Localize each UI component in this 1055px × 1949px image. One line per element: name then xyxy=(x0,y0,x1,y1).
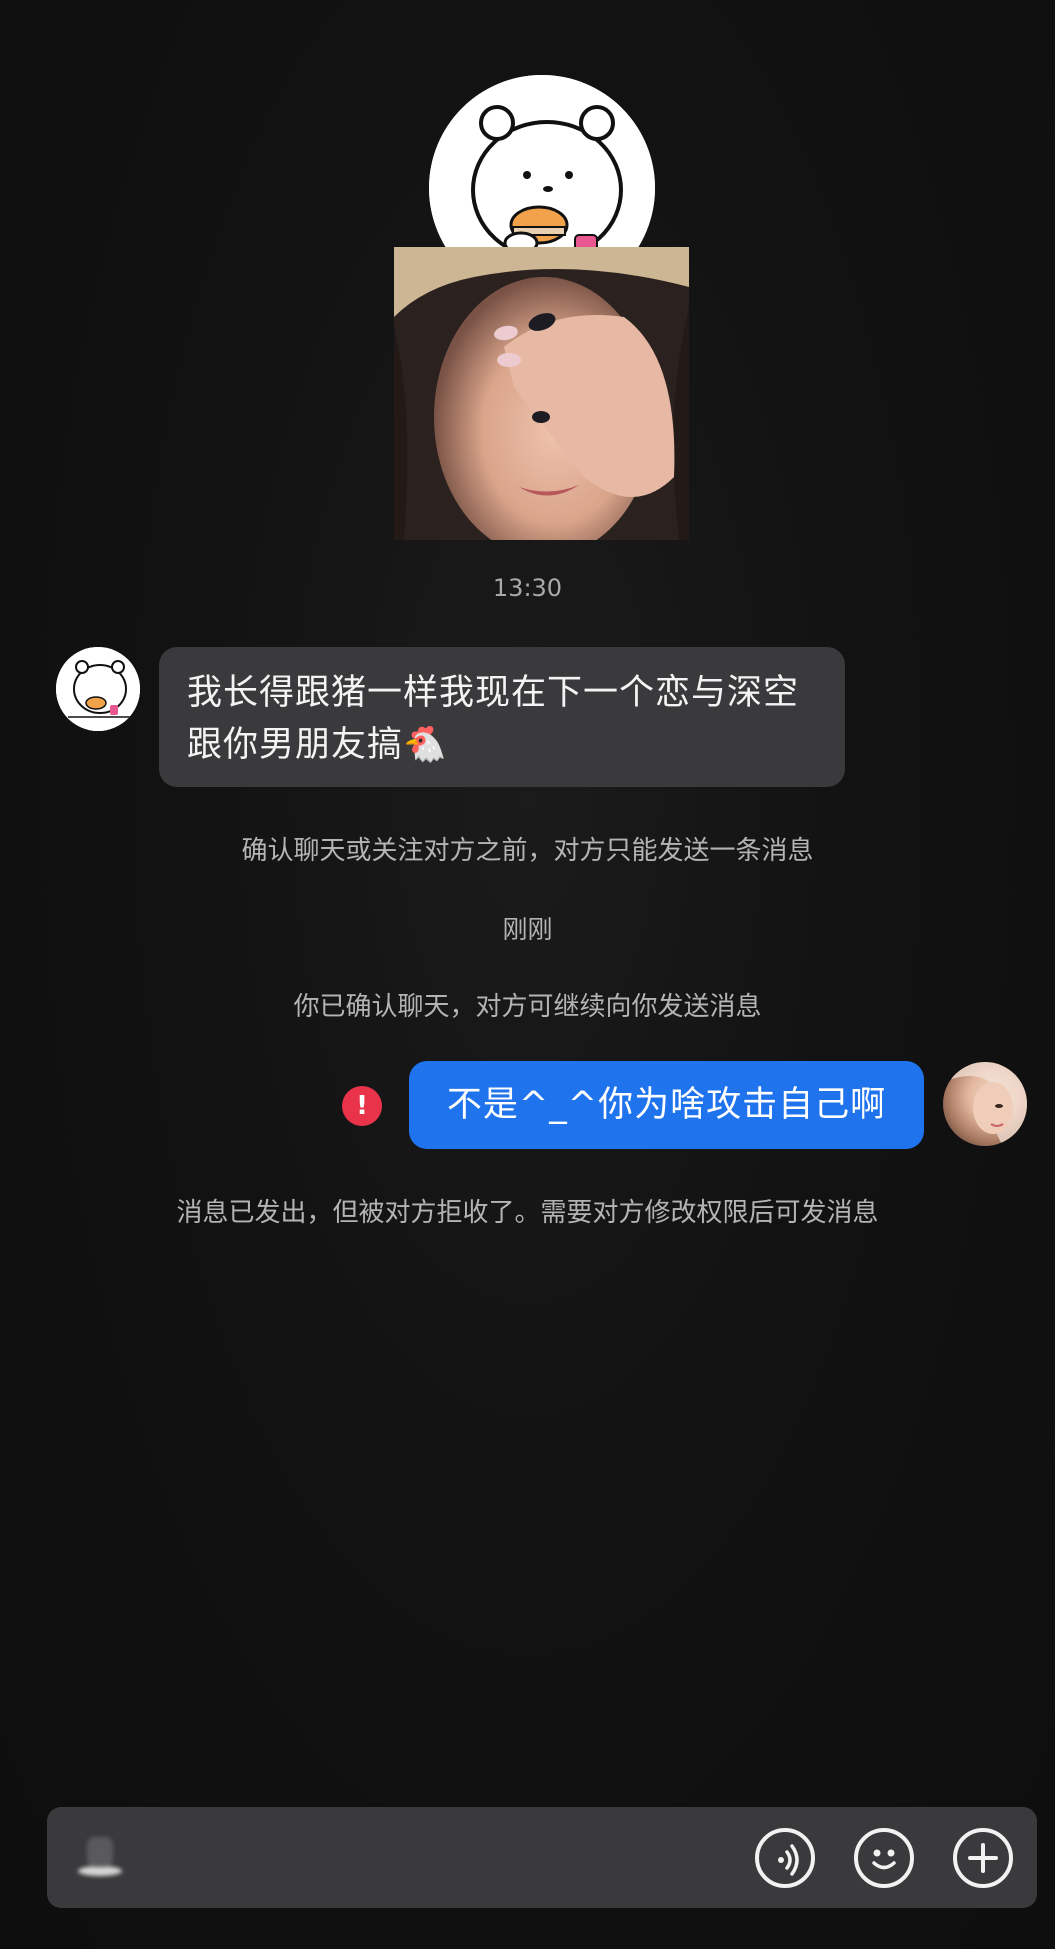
notice-message-rejected: 消息已发出，但被对方拒收了。需要对方修改权限后可发消息 xyxy=(176,1198,879,1228)
incoming-message-bubble[interactable]: 我长得跟猪一样我现在下一个恋与深空跟你男朋友搞🐔 xyxy=(159,647,845,787)
chat-screen: 13:30 我长得跟猪一样我现在下一个恋与深空跟你男朋友搞🐔 确认聊天或关注对方… xyxy=(0,0,1055,1949)
emoji-button[interactable] xyxy=(854,1828,914,1888)
outgoing-message-text: 不是^_^你为啥攻击自己啊 xyxy=(446,1085,887,1125)
contact-avatar[interactable] xyxy=(56,647,140,731)
my-avatar[interactable] xyxy=(943,1062,1027,1146)
voice-button[interactable] xyxy=(755,1828,815,1888)
time-header: 13:30 xyxy=(492,574,563,602)
message-input[interactable] xyxy=(197,1839,791,1879)
time-just-now: 刚刚 xyxy=(502,915,553,944)
outgoing-message-bubble[interactable]: 不是^_^你为啥攻击自己啊 xyxy=(409,1061,924,1149)
incoming-message-text: 我长得跟猪一样我现在下一个恋与深空跟你男朋友搞 xyxy=(187,673,800,765)
notice-chat-confirmed: 你已确认聊天，对方可继续向你发送消息 xyxy=(293,992,762,1022)
shared-photo[interactable] xyxy=(394,247,689,540)
chicken-emoji: 🐔 xyxy=(403,725,448,765)
more-button[interactable] xyxy=(953,1828,1013,1888)
message-composer xyxy=(47,1807,1037,1908)
voice-wave-icon xyxy=(778,1844,799,1876)
send-failed-icon[interactable]: ! xyxy=(342,1086,382,1126)
smiley-icon xyxy=(872,1849,896,1870)
plus-icon xyxy=(968,1843,998,1873)
camera-icon[interactable] xyxy=(73,1831,127,1885)
notice-message-limit: 确认聊天或关注对方之前，对方只能发送一条消息 xyxy=(241,836,814,866)
